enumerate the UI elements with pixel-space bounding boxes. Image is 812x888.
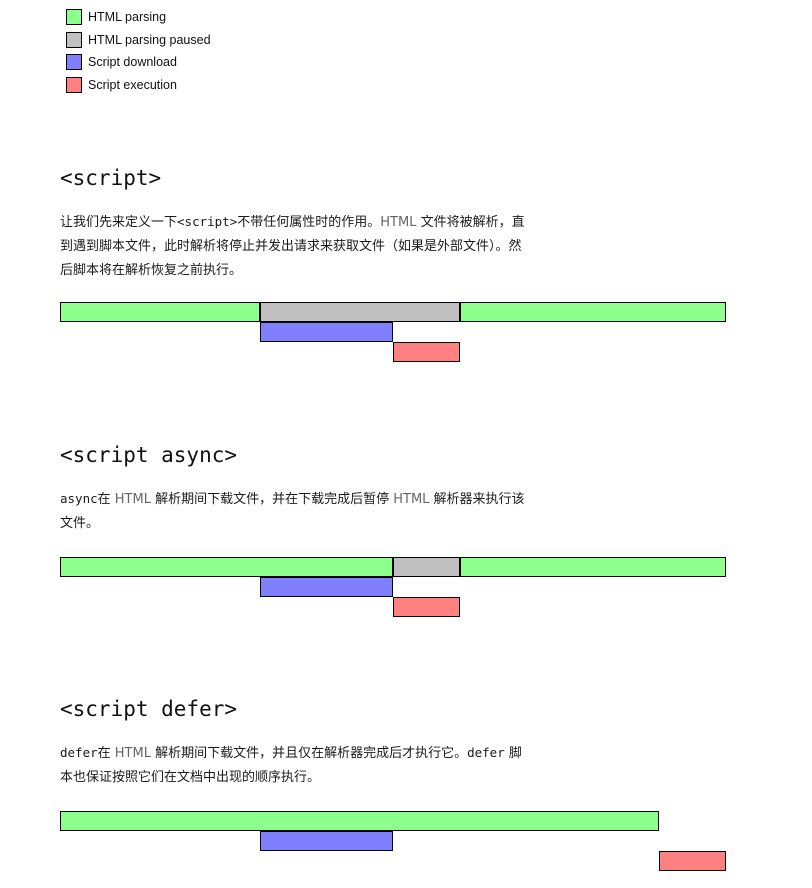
bar-parsing [459,302,726,322]
legend-item-download: Script download [66,51,211,74]
code-text: defer [60,745,98,760]
section-description: async在 HTML 解析期间下载文件，并在下载完成后暂停 HTML 解析器来… [60,487,530,536]
section-description: defer在 HTML 解析期间下载文件，并且仅在解析器完成后才执行它。defe… [60,741,530,790]
code-text: async [60,491,98,506]
bar-download [259,322,393,342]
section-heading: <script async> [60,443,238,467]
bar-download [259,831,393,851]
description-text: 解析期间下载文件，并在下载完成后暂停 [150,492,394,507]
bar-parsing [459,557,726,577]
bar-execution [393,342,460,362]
description-text: 在 [97,492,115,507]
legend-swatch [66,76,82,93]
bar-paused [259,302,460,322]
legend-label: HTML parsing [88,10,167,25]
legend-label: HTML parsing paused [88,32,211,47]
section-script-defer: <script defer> defer在 HTML 解析期间下载文件，并且仅在… [60,697,740,790]
bar-execution [393,597,460,617]
timeline-script-defer [60,811,726,873]
legend-swatch [66,54,82,71]
legend-label: Script execution [88,77,177,92]
bar-parsing [60,811,660,831]
section-heading: <script defer> [60,697,238,721]
description-text: 让我们先来定义一下 [60,215,178,230]
legend: HTML parsing HTML parsing paused Script … [66,6,211,96]
timeline-script [60,302,726,364]
section-script-async: <script async> async在 HTML 解析期间下载文件，并在下载… [60,443,740,536]
legend-label: Script download [88,55,177,70]
code-text: <script> [177,214,238,229]
description-text: HTML [114,492,151,507]
description-text: HTML [393,492,430,507]
bar-execution [659,851,726,871]
timeline-script-async [60,557,726,619]
bar-download [259,577,393,597]
section-description: 让我们先来定义一下<script>不带任何属性时的作用。HTML 文件将被解析，… [60,210,530,283]
bar-parsing [60,557,393,577]
code-text: defer [467,745,505,760]
legend-item-parsing: HTML parsing [66,6,211,29]
bar-paused [393,557,460,577]
legend-item-paused: HTML parsing paused [66,29,211,52]
description-text: 不带任何属性时的作用。 [237,215,381,230]
legend-swatch [66,31,82,48]
description-text: 解析期间下载文件，并且仅在解析器完成后才执行它。 [150,746,468,761]
bar-parsing [60,302,260,322]
section-heading: <script> [60,166,162,190]
legend-item-execution: Script execution [66,74,211,97]
description-text: HTML [380,215,417,230]
legend-swatch [66,9,82,26]
description-text: 在 [97,746,115,761]
section-script: <script> 让我们先来定义一下<script>不带任何属性时的作用。HTM… [60,166,740,283]
description-text: HTML [114,746,151,761]
